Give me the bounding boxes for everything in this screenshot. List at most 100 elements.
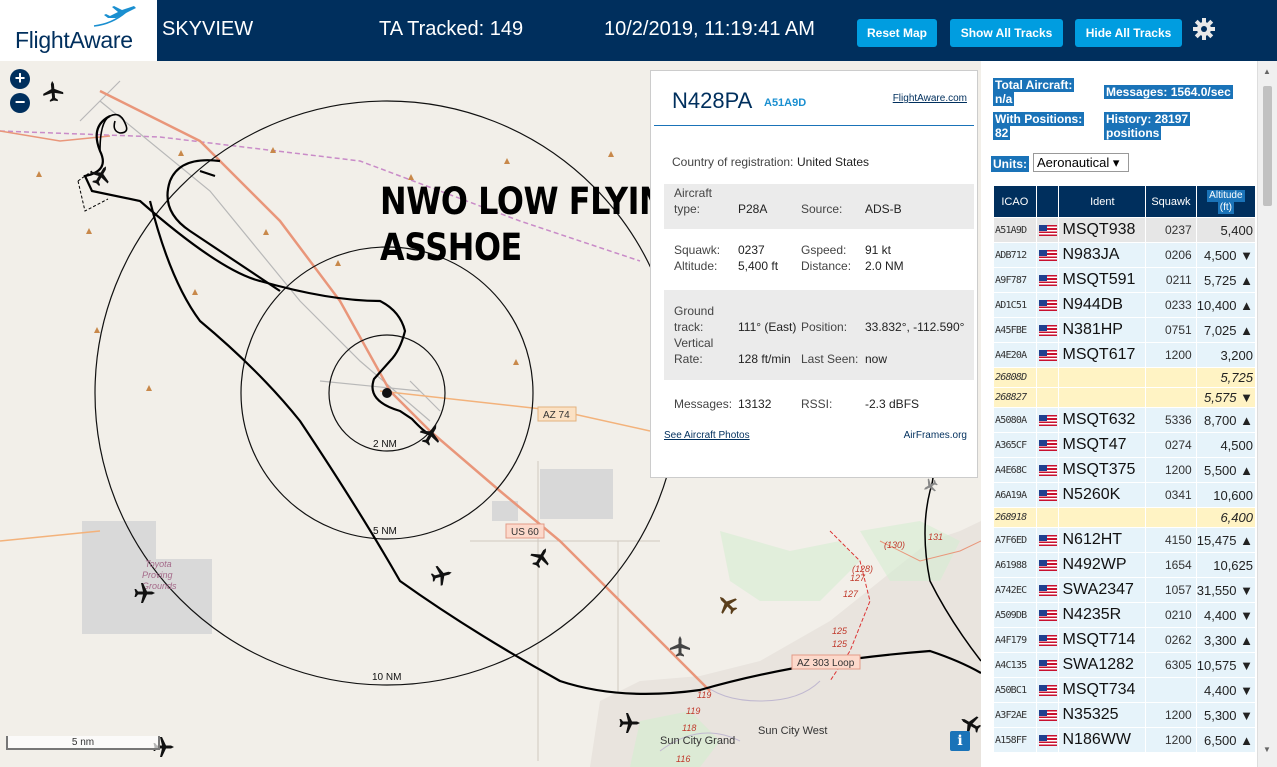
flag-cell [1036, 368, 1059, 387]
hide-all-tracks-button[interactable]: Hide All Tracks [1075, 19, 1182, 47]
info-icon[interactable]: i [950, 731, 970, 751]
table-row[interactable]: A742EC SWA2347 1057 31,550 ▼ [994, 578, 1255, 602]
plane-icon[interactable] [712, 589, 742, 619]
history-unit: positions [1104, 126, 1162, 140]
svg-text:116: 116 [676, 754, 690, 764]
table-row[interactable]: A45FBE N381HP 0751 7,025 ▲ [994, 318, 1255, 342]
table-row[interactable]: A6A19A N5260K 0341 10,600 [994, 483, 1255, 507]
selected-plane-icon[interactable] [416, 419, 446, 449]
cell-icao: A6A19A [994, 483, 1036, 507]
table-row[interactable]: A158FF N186WW 1200 6,500 ▲ [994, 728, 1255, 752]
table-row[interactable]: A61988 N492WP 1654 10,625 [994, 553, 1255, 577]
cell-altitude: 10,600 [1196, 483, 1255, 507]
table-row[interactable]: A4C135 SWA1282 6305 10,575 ▼ [994, 653, 1255, 677]
cell-altitude: 4,500 ▼ [1196, 243, 1255, 267]
cell-altitude: 10,625 [1196, 553, 1255, 577]
table-row[interactable]: A4E68C MSQT375 1200 5,500 ▲ [994, 458, 1255, 482]
us-flag-icon [1038, 414, 1057, 426]
aircraft-photos-link[interactable]: See Aircraft Photos [664, 430, 750, 441]
col-icao[interactable]: ICAO [994, 186, 1036, 217]
aircraft-sidebar: Total Aircraft: n/a With Positions: 82 M… [981, 61, 1277, 767]
flag-cell [1036, 528, 1059, 552]
ring-label-5nm: 5 NM [373, 526, 397, 537]
cell-squawk [1146, 388, 1196, 407]
show-all-tracks-button[interactable]: Show All Tracks [950, 19, 1063, 47]
us-flag-icon [1038, 489, 1057, 501]
messages-row: Messages: 13132 RSSI: -2.3 dBFS [674, 397, 920, 411]
cell-ident: N186WW [1059, 728, 1146, 752]
units-select[interactable]: Aeronautical ▾ [1033, 153, 1129, 172]
col-squawk[interactable]: Squawk [1146, 186, 1196, 217]
reset-map-button[interactable]: Reset Map [857, 19, 937, 47]
scroll-up-arrow-icon[interactable]: ▲ [1263, 67, 1271, 76]
cell-icao: A7F6ED [994, 528, 1036, 552]
cell-icao: A365CF [994, 433, 1036, 457]
gear-icon[interactable] [1192, 17, 1216, 41]
cell-icao: A4F179 [994, 628, 1036, 652]
table-row[interactable]: A3F2AE N35325 1200 5,300 ▼ [994, 703, 1255, 727]
us-flag-icon [1038, 609, 1057, 621]
logo-text: FlightAware [15, 27, 133, 53]
scale-bar: 5 nm [6, 736, 160, 750]
airframes-link[interactable]: AirFrames.org [904, 430, 967, 441]
selected-aircraft-panel: N428PA A51A9D FlightAware.com Country of… [650, 70, 978, 478]
table-row[interactable]: 268918 6,400 [994, 508, 1255, 527]
flag-cell [1036, 388, 1059, 407]
cell-icao: A45FBE [994, 318, 1036, 342]
table-row[interactable]: A5080A MSQT632 5336 8,700 ▲ [994, 408, 1255, 432]
cell-ident: MSQT714 [1059, 628, 1146, 652]
table-row[interactable]: 268827 5,575 ▼ [994, 388, 1255, 407]
cell-icao: ADB712 [994, 243, 1036, 267]
flightaware-link[interactable]: FlightAware.com [893, 93, 967, 104]
table-row[interactable]: A4F179 MSQT714 0262 3,300 ▲ [994, 628, 1255, 652]
flag-cell [1036, 628, 1059, 652]
cell-altitude: 5,400 [1196, 218, 1255, 242]
col-flag[interactable] [1036, 186, 1059, 217]
table-row[interactable]: A365CF MSQT47 0274 4,500 [994, 433, 1255, 457]
flightaware-logo[interactable]: FlightAware [0, 0, 157, 61]
sidebar-scrollbar[interactable]: ▲ ▼ [1257, 61, 1277, 767]
table-row[interactable]: A50BC1 MSQT734 4,400 ▼ [994, 678, 1255, 702]
cell-altitude: 5,725 [1196, 368, 1255, 387]
table-row[interactable]: A509DB N4235R 0210 4,400 ▼ [994, 603, 1255, 627]
table-row[interactable]: AD1C51 N944DB 0233 10,400 ▲ [994, 293, 1255, 317]
scroll-thumb[interactable] [1263, 86, 1272, 206]
cell-squawk: 6305 [1146, 653, 1196, 677]
zoom-out-button[interactable]: − [10, 93, 30, 113]
table-row[interactable]: A9F787 MSQT591 0211 5,725 ▲ [994, 268, 1255, 292]
cell-squawk: 0210 [1146, 603, 1196, 627]
table-row[interactable]: ADB712 N983JA 0206 4,500 ▼ [994, 243, 1255, 267]
scroll-down-arrow-icon[interactable]: ▼ [1263, 745, 1271, 754]
cell-ident: N5260K [1059, 483, 1146, 507]
cell-squawk: 0274 [1146, 433, 1196, 457]
cell-squawk: 5336 [1146, 408, 1196, 432]
plane-icon[interactable] [527, 543, 555, 572]
table-row[interactable]: A4E20A MSQT617 1200 3,200 [994, 343, 1255, 367]
us-flag-icon [1038, 439, 1057, 451]
us-flag-icon [1038, 349, 1057, 361]
table-row[interactable]: 26808D 5,725 [994, 368, 1255, 387]
cell-ident: N35325 [1059, 703, 1146, 727]
table-row[interactable]: A51A9D MSQT938 0237 5,400 [994, 218, 1255, 242]
zoom-in-button[interactable]: + [10, 69, 30, 89]
flag-cell [1036, 728, 1059, 752]
us-flag-icon [1038, 224, 1057, 236]
cell-ident: N612HT [1059, 528, 1146, 552]
us-flag-icon [1038, 534, 1057, 546]
clock: 10/2/2019, 11:19:41 AM [604, 18, 815, 40]
cell-altitude: 4,400 ▼ [1196, 603, 1255, 627]
plane-icon[interactable] [42, 80, 64, 103]
with-positions-label: With Positions: [993, 112, 1085, 126]
us-flag-icon [1038, 684, 1057, 696]
cell-squawk: 0206 [1146, 243, 1196, 267]
cell-altitude: 4,500 [1196, 433, 1255, 457]
cell-icao: 268827 [994, 388, 1036, 407]
flag-cell [1036, 433, 1059, 457]
cell-altitude: 10,575 ▼ [1196, 653, 1255, 677]
plane-icon[interactable] [429, 562, 455, 588]
col-ident[interactable]: Ident [1059, 186, 1146, 217]
label-proving-1: Toyota [145, 559, 172, 569]
cell-altitude: 3,200 [1196, 343, 1255, 367]
table-row[interactable]: A7F6ED N612HT 4150 15,475 ▲ [994, 528, 1255, 552]
col-altitude[interactable]: Altitude (ft) [1196, 186, 1255, 217]
